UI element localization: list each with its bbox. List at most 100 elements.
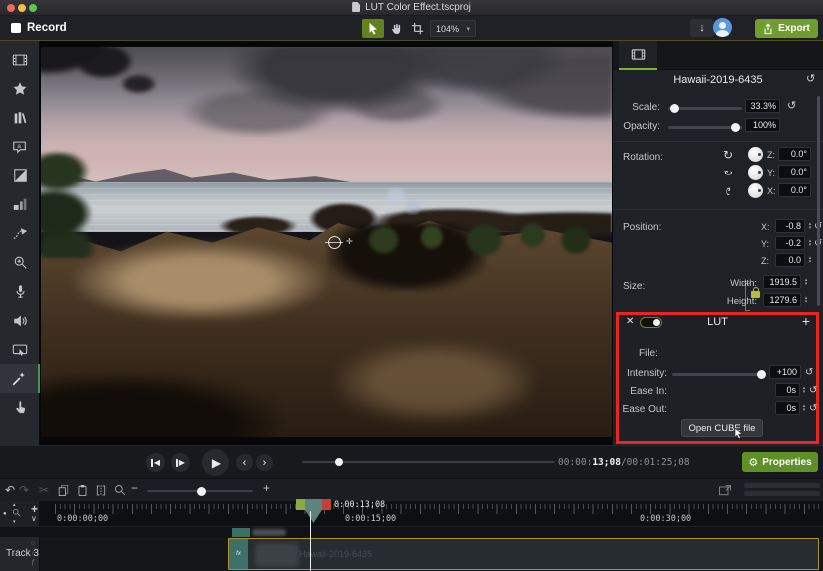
lut-intensity-slider-thumb[interactable] xyxy=(757,370,766,379)
undo-button[interactable]: ↶ xyxy=(5,483,15,497)
opacity-slider-thumb[interactable] xyxy=(731,123,740,132)
jump-forward-button[interactable]: › xyxy=(256,454,273,471)
paste-button[interactable] xyxy=(77,484,88,497)
sidebar-item-behaviors[interactable] xyxy=(0,190,40,219)
copy-button[interactable] xyxy=(58,484,69,497)
size-height-stepper[interactable]: ▴▾ xyxy=(802,293,810,307)
track-height-down-icon[interactable]: ▾ xyxy=(13,519,16,525)
scale-slider[interactable] xyxy=(668,107,742,110)
open-cube-file-button[interactable]: Open CUBE file xyxy=(681,419,763,437)
position-y-stepper[interactable]: ▴▾ xyxy=(806,236,814,250)
account-avatar[interactable] xyxy=(713,18,732,37)
edit-cursor-tool-button[interactable] xyxy=(362,19,384,38)
timeline-zoom-slider[interactable] xyxy=(147,490,253,492)
playhead-out-handle[interactable] xyxy=(322,499,331,510)
scale-value-field[interactable] xyxy=(745,99,780,113)
canvas-zoom-select[interactable]: 104% ▾ xyxy=(430,20,476,37)
rotation-x-dial[interactable] xyxy=(748,183,763,198)
position-z-field[interactable] xyxy=(775,253,805,267)
collapse-tracks-icon[interactable]: ∨ xyxy=(31,514,37,523)
sidebar-item-visual-effects[interactable] xyxy=(0,364,40,393)
timeline-ruler[interactable]: 0:00:00;00 0:00:15;00 0:00:30;00 xyxy=(40,501,823,527)
position-z-stepper[interactable]: ▴▾ xyxy=(806,253,814,267)
timeline-zoom-thumb[interactable] xyxy=(197,487,206,496)
maximize-window-button[interactable] xyxy=(29,4,37,12)
lut-intensity-field[interactable] xyxy=(769,365,801,379)
sidebar-item-transitions[interactable] xyxy=(0,161,40,190)
scale-reset-icon[interactable]: ↺ xyxy=(787,101,796,112)
export-button[interactable]: Export xyxy=(755,19,818,38)
lut-ease-in-field[interactable] xyxy=(775,383,800,397)
partial-clip-fragment[interactable] xyxy=(232,528,250,537)
tab-media-properties[interactable] xyxy=(619,41,657,70)
sidebar-item-captions[interactable]: a xyxy=(0,132,40,161)
lut-ease-in-reset-icon[interactable]: ↺ xyxy=(809,385,817,396)
size-height-field[interactable] xyxy=(763,293,801,307)
lut-intensity-slider[interactable] xyxy=(672,373,764,376)
rotation-z-dial[interactable] xyxy=(748,147,763,162)
video-preview-frame[interactable]: ✛ xyxy=(41,47,612,437)
lut-add-icon[interactable]: + xyxy=(802,313,810,329)
sidebar-item-animations[interactable] xyxy=(0,219,40,248)
sidebar-item-library[interactable] xyxy=(0,103,40,132)
next-frame-button[interactable]: ▶ xyxy=(171,453,190,472)
rotation-y-field[interactable] xyxy=(778,165,811,179)
timeline-hscrollbar-bottom[interactable] xyxy=(744,491,820,496)
position-x-field[interactable] xyxy=(775,219,805,233)
rotation-z-field[interactable] xyxy=(778,147,811,161)
size-width-field[interactable] xyxy=(763,275,801,289)
timeline-clip-hawaii[interactable]: fx Hawaii-2019-6435 xyxy=(228,538,819,570)
sidebar-item-favorites[interactable] xyxy=(0,74,40,103)
minimize-window-button[interactable] xyxy=(18,4,26,12)
reset-all-icon[interactable]: ↺ xyxy=(806,74,815,85)
preview-canvas[interactable]: ✛ xyxy=(40,41,613,445)
download-button[interactable]: ↓ xyxy=(690,19,714,37)
timeline-hscrollbar-top[interactable] xyxy=(744,483,820,488)
split-button[interactable] xyxy=(95,484,107,497)
sidebar-item-media[interactable] xyxy=(0,45,40,74)
pan-tool-button[interactable] xyxy=(386,19,406,38)
track3-lane[interactable]: fx Hawaii-2019-6435 xyxy=(40,537,823,571)
lut-intensity-reset-icon[interactable]: ↺ xyxy=(805,367,813,378)
sidebar-item-zoom-pan[interactable] xyxy=(0,248,40,277)
crop-tool-button[interactable] xyxy=(407,19,427,38)
previous-frame-button[interactable]: ◀ xyxy=(146,453,165,472)
rotation-y-dial[interactable] xyxy=(748,165,763,180)
playhead-line[interactable] xyxy=(310,511,311,571)
track-fx-icon[interactable]: ƒ xyxy=(31,559,35,566)
sidebar-item-voice-narration[interactable] xyxy=(0,277,40,306)
jump-back-button[interactable]: ‹ xyxy=(236,454,253,471)
sidebar-item-audio-effects[interactable] xyxy=(0,306,40,335)
size-width-stepper[interactable]: ▴▾ xyxy=(802,275,810,289)
zoom-out-button[interactable]: − xyxy=(131,481,138,495)
opacity-value-field[interactable] xyxy=(745,118,780,132)
close-window-button[interactable] xyxy=(7,4,15,12)
position-y-field[interactable] xyxy=(775,236,805,250)
properties-toggle-button[interactable]: ⚙ Properties xyxy=(742,452,818,472)
lut-ease-in-stepper[interactable]: ▴▾ xyxy=(800,383,808,397)
lut-ease-out-reset-icon[interactable]: ↺ xyxy=(809,403,817,414)
opacity-slider[interactable] xyxy=(668,126,742,129)
panel-scrollbar[interactable] xyxy=(817,96,820,306)
detach-timeline-button[interactable] xyxy=(718,484,732,496)
scrubber-thumb[interactable] xyxy=(335,458,343,466)
zoom-in-button[interactable]: + xyxy=(263,481,270,495)
cut-button[interactable]: ✂ xyxy=(39,483,49,497)
record-button[interactable]: Record xyxy=(11,20,67,36)
lut-ease-out-field[interactable] xyxy=(775,401,800,415)
macos-titlebar: LUT Color Effect.tscproj xyxy=(0,0,823,16)
scale-slider-thumb[interactable] xyxy=(670,104,679,113)
sidebar-item-cursor-effects[interactable] xyxy=(0,335,40,364)
lut-ease-out-stepper[interactable]: ▴▾ xyxy=(800,401,808,415)
rotation-x-field[interactable] xyxy=(778,183,811,197)
rotation-anchor-handle[interactable] xyxy=(328,236,341,249)
track-lock-icon[interactable]: ∩ xyxy=(31,550,36,557)
timecode-total: /00:01:25;08 xyxy=(621,457,690,468)
track-indicator-icon[interactable]: ○ xyxy=(31,540,35,547)
redo-button[interactable]: ↷ xyxy=(19,483,29,497)
play-button[interactable]: ▶ xyxy=(202,449,229,476)
sidebar-item-interactivity[interactable] xyxy=(0,393,40,422)
position-x-stepper[interactable]: ▴▾ xyxy=(806,219,814,233)
playhead-in-handle[interactable] xyxy=(296,499,305,510)
scrubber-slider[interactable] xyxy=(302,461,555,463)
